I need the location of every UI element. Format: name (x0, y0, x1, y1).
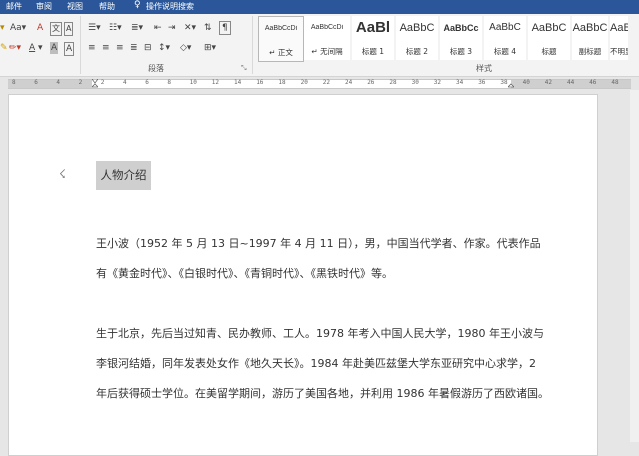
style-no-spacing[interactable]: AaBbCcDi ↵ 无间隔 (304, 16, 350, 60)
ruler-tick-label: 48 (611, 79, 619, 86)
ruler-tick-label: 14 (234, 79, 242, 86)
change-case-button[interactable]: Aa▾ (10, 22, 26, 34)
ruler-tick-label: 30 (411, 79, 419, 86)
body-text-line[interactable]: 李银河结婚，同年发表处女作《地久天长》。1984 年赴美匹兹堡大学东亚研究中心求… (96, 355, 536, 371)
ruler-track[interactable]: 8 6 4 2 2 4 6 8 10 12 14 16 18 20 22 24 26 28 30 32 34 36 38 40… (8, 79, 631, 89)
align-right-button[interactable]: ≡ (116, 42, 124, 54)
style-normal[interactable]: AaBbCcDi ↵ 正文 (258, 16, 304, 62)
chinese-layout-button[interactable]: ✕▾ (184, 22, 196, 34)
tab-review[interactable]: 审阅 (36, 1, 52, 12)
ruler-tick-label: 8 (12, 79, 16, 86)
highlight-color-button[interactable]: ✏▾ (9, 42, 21, 54)
ruler-tick-label: 12 (211, 79, 220, 86)
style-heading-4[interactable]: AaBbC 标题 4 (484, 16, 526, 60)
group-separator (252, 16, 253, 74)
style-title[interactable]: AaBbC 标题 (528, 16, 570, 60)
increase-indent-button[interactable]: ⇥ (168, 22, 176, 34)
paragraph-dialog-launcher-icon[interactable]: ⤡ (241, 64, 247, 73)
ruler-tick-label: 16 (256, 79, 264, 86)
ruler-tick-label: 36 (478, 79, 486, 86)
justify-button[interactable]: ≣ (130, 42, 138, 54)
show-marks-button[interactable]: ¶ (219, 21, 231, 35)
bullets-button[interactable]: ☰▾ (88, 22, 101, 34)
sort-button[interactable]: ⇅ (204, 22, 212, 34)
style-heading-3[interactable]: AaBbCc 标题 3 (440, 16, 482, 60)
ruler-tick-label: 28 (389, 79, 397, 86)
body-text-line[interactable]: 年后获得硕士学位。在美留学期间，游历了美国各地，并利用 1986 年暑假游历了西… (96, 385, 549, 401)
ruler-tick-label: 2 (78, 79, 83, 86)
body-text-line[interactable]: 生于北京，先后当过知青、民办教师、工人。1978 年考入中国人民大学，1980 … (96, 325, 544, 341)
ribbon: ▾ Aa▾ A 文 A ✎ ✏▾ A ▾ A A ☰▾ ☷▾ ≣▾ ⇤ ⇥ ✕▾… (0, 14, 639, 77)
shading-button[interactable]: ◇▾ (180, 42, 191, 54)
decrease-indent-button[interactable]: ⇤ (154, 22, 162, 34)
body-text-line[interactable]: 王小波（1952 年 5 月 13 日~1997 年 4 月 11 日），男，中… (96, 235, 541, 251)
i-beam-cursor-icon: ☇ (59, 167, 66, 181)
ruler-tick-label: 26 (367, 79, 375, 86)
ruler-tick-label: 44 (567, 79, 575, 86)
tell-me-search[interactable]: 操作说明搜索 (146, 1, 194, 12)
ruler-tick-label: 8 (167, 79, 172, 86)
document-page[interactable]: ☇ 人物介绍 王小波（1952 年 5 月 13 日~1997 年 4 月 11… (8, 94, 598, 456)
ruler-tick-label: 18 (278, 79, 286, 86)
highlight-edge-icon[interactable]: ✎ (0, 42, 8, 54)
lightbulb-icon[interactable]: ♀ (134, 0, 141, 10)
distributed-button[interactable]: ⊟ (144, 42, 152, 54)
multilevel-list-button[interactable]: ≣▾ (131, 22, 143, 34)
ruler-tick-label: 4 (123, 79, 127, 86)
borders-button[interactable]: ⊞▾ (204, 42, 216, 54)
align-center-button[interactable]: ≡ (102, 42, 110, 54)
ruler-tick-label: 10 (189, 79, 197, 86)
ribbon-tab-bar: 邮件 审阅 视图 帮助 ♀ 操作说明搜索 (0, 0, 639, 14)
ruler-tick-label: 32 (433, 79, 442, 86)
clear-formatting-button[interactable]: A (37, 22, 43, 34)
line-spacing-button[interactable]: ↕▾ (158, 42, 170, 54)
horizontal-ruler[interactable]: 8 6 4 2 2 4 6 8 10 12 14 16 18 20 22 24 26 28 30 32 34 36 38 40… (0, 77, 639, 89)
font-group-edge-icon[interactable]: ▾ (0, 22, 5, 34)
char-border-button[interactable]: A (64, 42, 75, 56)
ruler-tick-label: 6 (34, 79, 38, 86)
font-color-button[interactable]: A (29, 42, 35, 54)
style-heading-1[interactable]: AaBl 标题 1 (352, 16, 394, 60)
tab-mailings[interactable]: 邮件 (6, 1, 22, 12)
ruler-tick-label: 20 (300, 79, 308, 86)
body-text-line[interactable]: 有《黄金时代》、《白银时代》、《青铜时代》、《黑铁时代》等。 (96, 265, 393, 281)
tab-view[interactable]: 视图 (67, 1, 83, 12)
selected-heading[interactable]: 人物介绍 (96, 161, 151, 190)
font-color-dropdown-icon[interactable]: ▾ (38, 42, 43, 54)
style-heading-2[interactable]: AaBbC 标题 2 (396, 16, 438, 60)
ruler-tick-label: 38 (500, 79, 508, 86)
ruler-tick-label: 24 (345, 79, 353, 86)
char-shading-button[interactable]: A (50, 42, 59, 54)
ruler-tick-label: 4 (56, 79, 61, 86)
align-left-button[interactable]: ≡ (88, 42, 96, 54)
styles-group-label: 样式 (476, 64, 492, 73)
enclose-character-button[interactable]: A (64, 22, 74, 36)
ruler-tick-label: 6 (145, 79, 149, 86)
style-subtitle[interactable]: AaBbC 副标题 (572, 16, 608, 60)
numbering-button[interactable]: ☷▾ (109, 22, 122, 34)
vertical-scrollbar[interactable] (630, 90, 639, 442)
group-separator (80, 16, 81, 74)
paragraph-group-label: 段落 (148, 64, 164, 73)
phonetic-guide-button[interactable]: 文 (50, 22, 62, 36)
indent-marker-icon[interactable] (92, 79, 98, 89)
ruler-tick-label: 34 (456, 79, 464, 86)
style-subtle[interactable]: AaBbC 不明显 (610, 16, 628, 60)
ruler-tick-label: 40 (522, 79, 530, 86)
ruler-tick-label: 2 (100, 79, 105, 86)
document-canvas: ☇ 人物介绍 王小波（1952 年 5 月 13 日~1997 年 4 月 11… (0, 90, 639, 456)
ruler-tick-label: 42 (544, 79, 553, 86)
ruler-tick-label: 46 (589, 79, 597, 86)
right-indent-marker-icon[interactable] (508, 79, 514, 89)
ruler-tick-label: 22 (322, 79, 331, 86)
tab-help[interactable]: 帮助 (99, 1, 115, 12)
